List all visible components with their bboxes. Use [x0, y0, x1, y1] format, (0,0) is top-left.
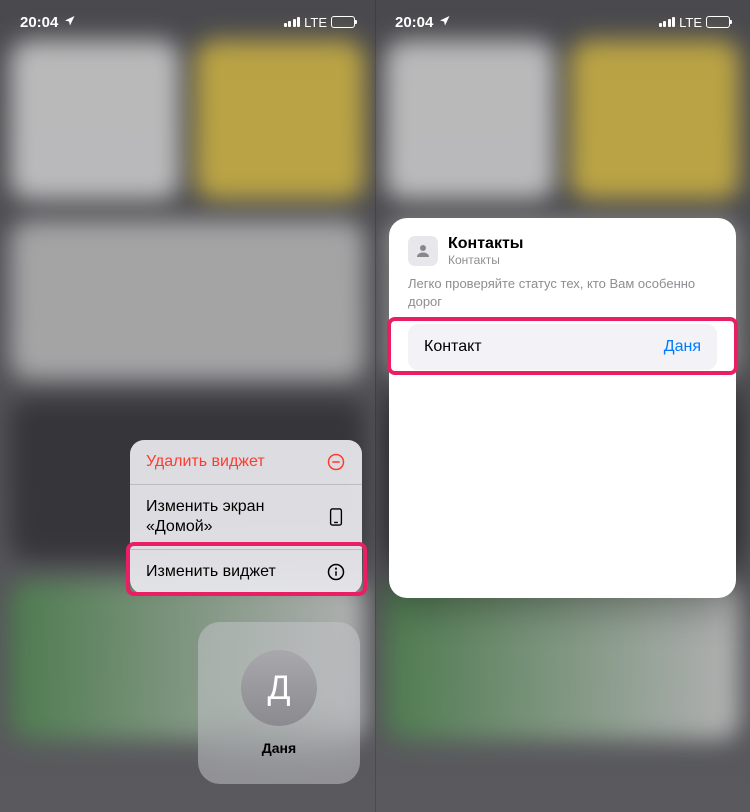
contacts-app-icon [408, 236, 438, 266]
status-time: 20:04 [395, 14, 433, 31]
contact-avatar: Д [241, 650, 317, 726]
screen-right: 20:04 LTE Контакты Контакты Легко провер… [375, 0, 750, 812]
network-type: LTE [679, 15, 702, 30]
status-bar: 20:04 LTE [375, 0, 750, 44]
edit-home-screen-button[interactable]: Изменить экран «Домой» [130, 485, 362, 550]
setting-label: Контакт [424, 338, 482, 356]
edit-widget-button[interactable]: Изменить виджет [130, 550, 362, 594]
contact-setting-row[interactable]: Контакт Даня [408, 324, 717, 370]
signal-icon [659, 17, 676, 27]
menu-label: Изменить экран «Домой» [146, 497, 327, 537]
phone-icon [327, 508, 346, 526]
sheet-title: Контакты [448, 235, 523, 253]
widget-settings-sheet: Контакты Контакты Легко проверяйте стату… [389, 218, 736, 598]
menu-label: Изменить виджет [146, 562, 276, 582]
menu-label: Удалить виджет [146, 452, 265, 472]
sheet-header: Контакты Контакты [408, 235, 717, 267]
delete-widget-button[interactable]: Удалить виджет [130, 440, 362, 485]
signal-icon [284, 17, 301, 27]
status-time: 20:04 [20, 14, 58, 31]
sheet-subtitle: Контакты [448, 253, 523, 267]
status-bar: 20:04 LTE [0, 0, 375, 44]
sheet-description: Легко проверяйте статус тех, кто Вам осо… [408, 275, 717, 310]
network-type: LTE [304, 15, 327, 30]
info-circle-icon [326, 563, 346, 581]
contact-name-label: Даня [262, 740, 296, 756]
battery-icon [331, 16, 355, 28]
minus-circle-icon [326, 453, 346, 471]
setting-value: Даня [664, 338, 701, 356]
screen-left: 20:04 LTE Удалить виджет Изменить экран … [0, 0, 375, 812]
battery-icon [706, 16, 730, 28]
avatar-initial: Д [267, 669, 290, 708]
screen-divider [375, 0, 376, 812]
widget-context-menu: Удалить виджет Изменить экран «Домой» Из… [130, 440, 362, 594]
contact-widget[interactable]: Д Даня [198, 622, 360, 784]
location-icon [64, 15, 76, 30]
location-icon [439, 15, 451, 30]
